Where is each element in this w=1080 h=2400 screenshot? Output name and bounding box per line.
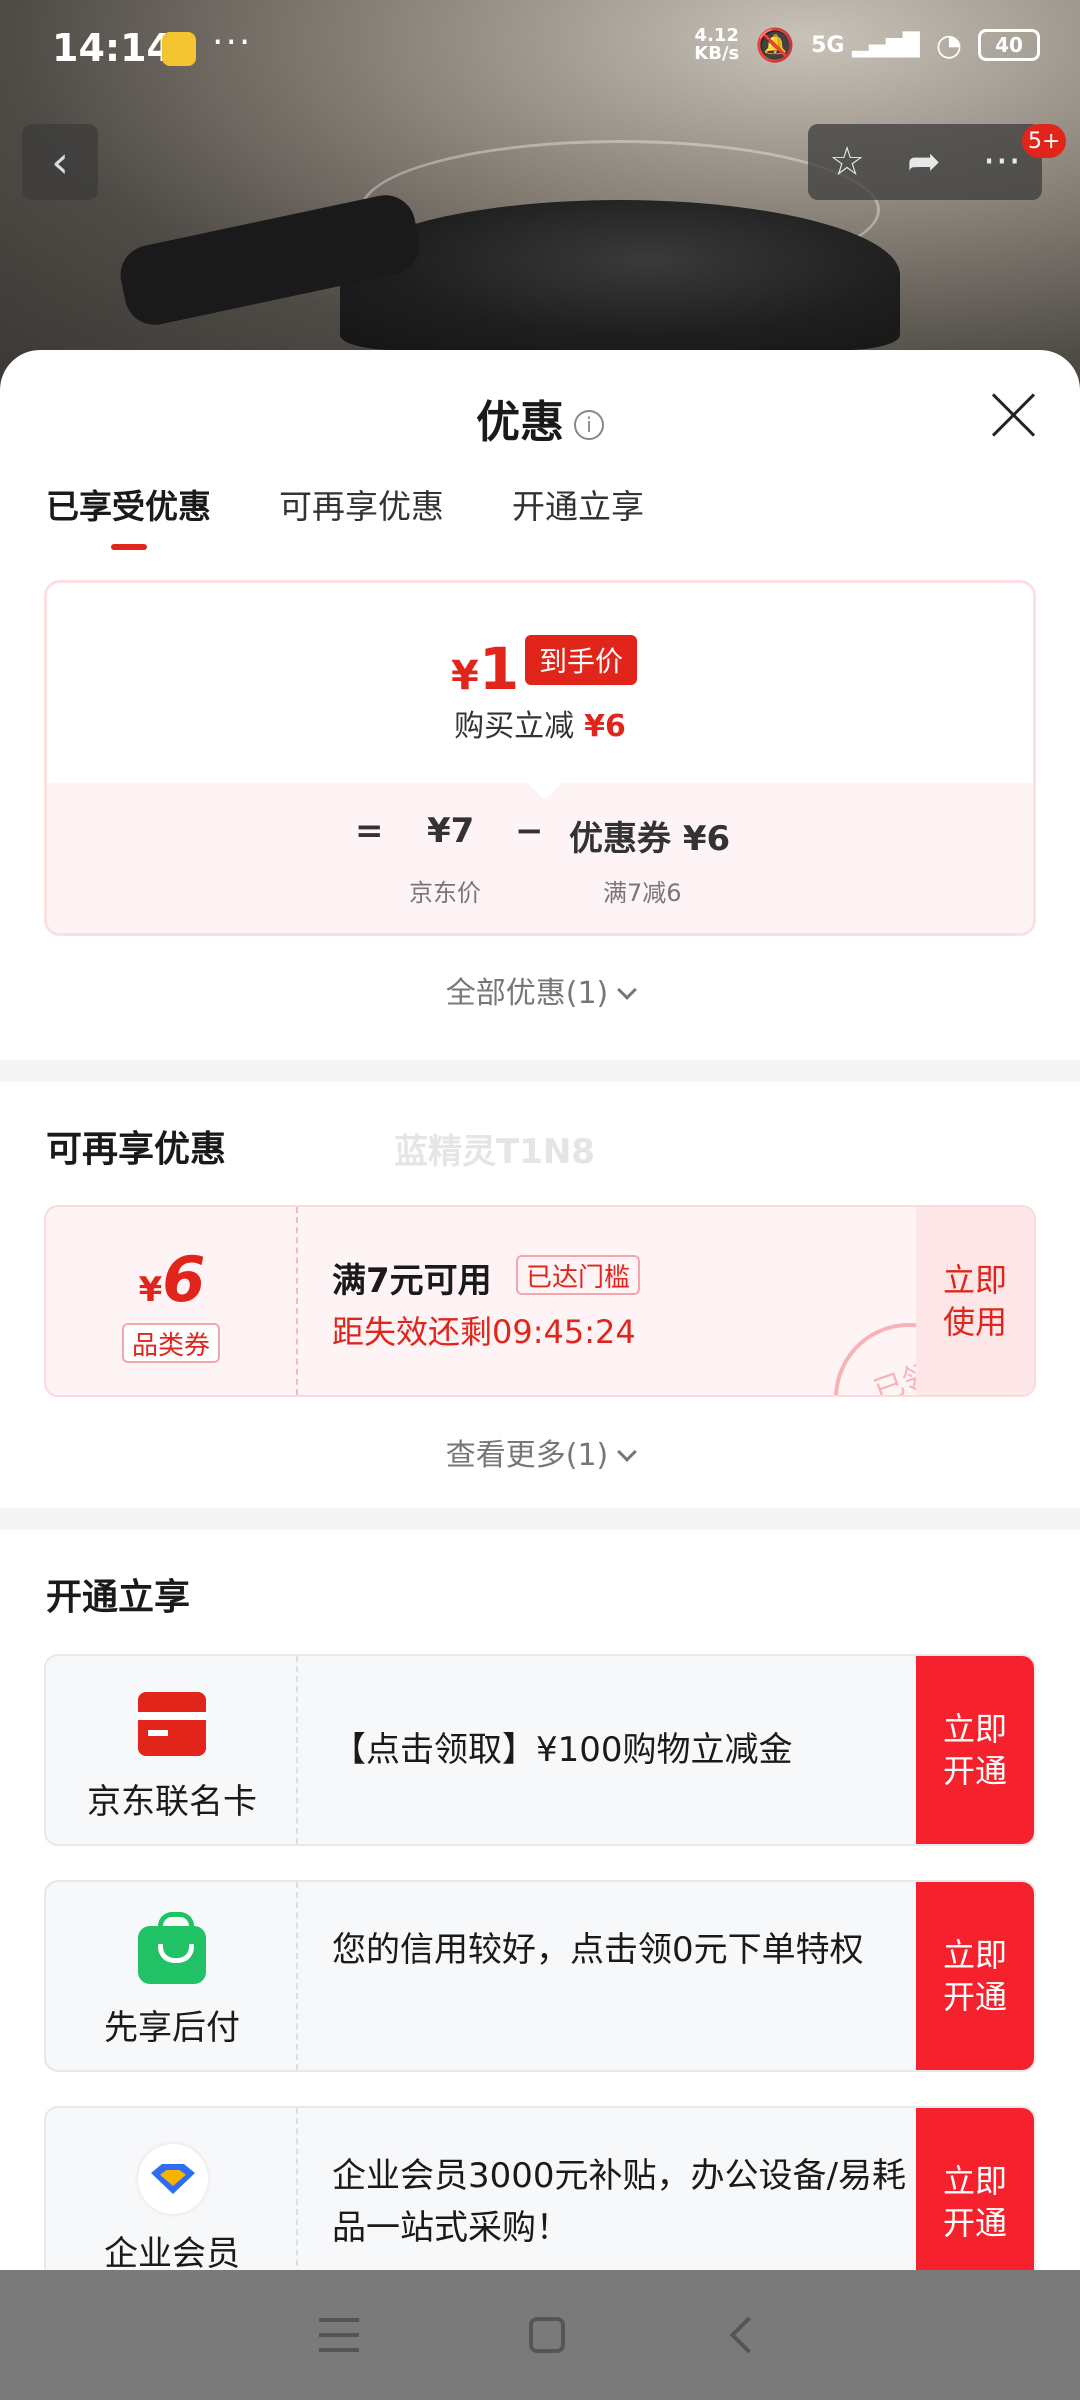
diamond-icon (138, 2144, 208, 2214)
more-notifications-icon: ··· (212, 22, 253, 63)
jd-price-value: ¥7 (427, 811, 475, 851)
equals-sign: = (355, 811, 384, 851)
chevron-left-icon: ‹ (51, 136, 69, 188)
all-offers-link[interactable]: 全部优惠(1) (0, 968, 1080, 1012)
service-card-cobrand[interactable]: 京东联名卡 【点击领取】¥100购物立减金 立即 开通 (44, 1654, 1036, 1846)
instant-discount: 购买立减 ¥6 (454, 709, 626, 744)
close-button[interactable] (988, 390, 1038, 440)
coupon-value: 优惠券 ¥6 (569, 819, 731, 859)
open-now-button[interactable]: 立即 开通 (916, 1882, 1034, 2070)
app-notification-icon (162, 32, 196, 66)
coupon-card[interactable]: ¥6 品类券 满7元可用 已达门槛 距失效还剩09:45:24 已领 立即 使用 (44, 1205, 1036, 1397)
price-summary: ¥1 到手价 购买立减 ¥6 (47, 583, 1033, 783)
jd-price-caption: 京东价 (409, 879, 481, 907)
sheet-title: 优惠 i (0, 386, 1080, 450)
minus-sign: − (515, 811, 544, 851)
service-brand: 企业会员 (46, 2108, 298, 2270)
mute-icon: 🔕 (755, 26, 796, 64)
coupon-amount: ¥6 (138, 1243, 206, 1316)
section-divider (0, 1060, 1080, 1082)
use-now-button[interactable]: 立即 使用 (916, 1207, 1034, 1395)
tab-reenjoy-offers[interactable]: 可再享优惠 (279, 480, 444, 550)
coupon-value-area: ¥6 品类券 (46, 1207, 298, 1395)
reenjoy-section-title: 可再享优惠 (46, 1129, 227, 1170)
network-speed: 4.12 KB/s (694, 25, 740, 64)
status-time: 14:14 (52, 26, 173, 70)
watermark: 蓝精灵T1N8 (394, 1132, 595, 1172)
back-icon[interactable] (729, 2316, 767, 2354)
see-more-link[interactable]: 查看更多(1) (0, 1430, 1080, 1474)
coupon-condition: 满7元可用 (332, 1261, 492, 1301)
kettle-lid (340, 200, 900, 350)
coupon-type-tag: 品类券 (122, 1323, 221, 1363)
price-breakdown-card: ¥1 到手价 购买立减 ¥6 = ¥7 − 优惠券 ¥6 京东价 满7减6 (44, 580, 1036, 936)
offer-tabs: 已享受优惠 可再享优惠 开通立享 (46, 480, 644, 550)
open-section-title: 开通立享 (46, 1577, 191, 1618)
price-formula: = ¥7 − 优惠券 ¥6 京东价 满7减6 (47, 783, 1033, 933)
service-card-pay-later[interactable]: 先享后付 您的信用较好，点击领0元下单特权 立即 开通 (44, 1880, 1036, 2072)
coupon-caption: 满7减6 (603, 879, 682, 907)
service-description: 您的信用较好，点击领0元下单特权 (332, 1930, 864, 1970)
tab-open-enjoy[interactable]: 开通立享 (512, 480, 644, 550)
threshold-reached-tag: 已达门槛 (516, 1255, 641, 1295)
chevron-down-icon (617, 980, 638, 1000)
back-button[interactable]: ‹ (22, 124, 98, 200)
arrival-price-tag: 到手价 (525, 635, 638, 685)
service-brand: 先享后付 (46, 1882, 298, 2070)
top-actions: ☆ ➦ ··· (808, 124, 1042, 200)
service-name: 企业会员 (104, 2234, 240, 2270)
wifi-icon: ◔ (935, 27, 962, 63)
service-brand: 京东联名卡 (46, 1656, 298, 1844)
status-bar: 14:14 ··· 4.12 KB/s 🔕 5G ▂▄▆█ ◔ 40 (0, 0, 1080, 100)
service-name: 京东联名卡 (87, 1782, 257, 1822)
star-icon[interactable]: ☆ (829, 139, 865, 185)
battery-icon: 40 (978, 29, 1040, 61)
system-nav-bar (0, 2270, 1080, 2400)
share-icon[interactable]: ➦ (907, 139, 941, 185)
service-card-enterprise[interactable]: 企业会员 企业会员3000元补贴，办公设备/易耗品一站式采购！ 立即 开通 (44, 2106, 1036, 2270)
open-now-button[interactable]: 立即 开通 (916, 2108, 1034, 2270)
recent-apps-icon[interactable] (319, 2318, 359, 2352)
open-now-button[interactable]: 立即 开通 (916, 1656, 1034, 1844)
section-divider (0, 1508, 1080, 1530)
home-icon[interactable] (529, 2317, 565, 2353)
service-description: 企业会员3000元补贴，办公设备/易耗品一站式采购！ (332, 2156, 906, 2248)
info-icon[interactable]: i (574, 410, 604, 440)
shopping-bag-icon (138, 1912, 206, 1984)
service-name: 先享后付 (104, 2008, 240, 2048)
signal-icon: 5G ▂▄▆█ (811, 32, 920, 58)
status-indicators: 4.12 KB/s 🔕 5G ▂▄▆█ ◔ 40 (694, 26, 1040, 64)
offers-sheet: 优惠 i 已享受优惠 可再享优惠 开通立享 ¥1 到手价 购买立减 ¥6 = ¥7 … (0, 350, 1080, 2270)
message-badge: 5+ (1022, 124, 1067, 158)
more-icon[interactable]: ··· (983, 139, 1021, 185)
tab-enjoyed-offers[interactable]: 已享受优惠 (46, 480, 211, 550)
chevron-down-icon (617, 1442, 638, 1462)
service-description: 【点击领取】¥100购物立减金 (332, 1730, 793, 1770)
coupon-countdown: 距失效还剩09:45:24 (332, 1313, 636, 1351)
final-price: ¥1 (451, 635, 520, 703)
credit-card-icon (138, 1692, 206, 1756)
